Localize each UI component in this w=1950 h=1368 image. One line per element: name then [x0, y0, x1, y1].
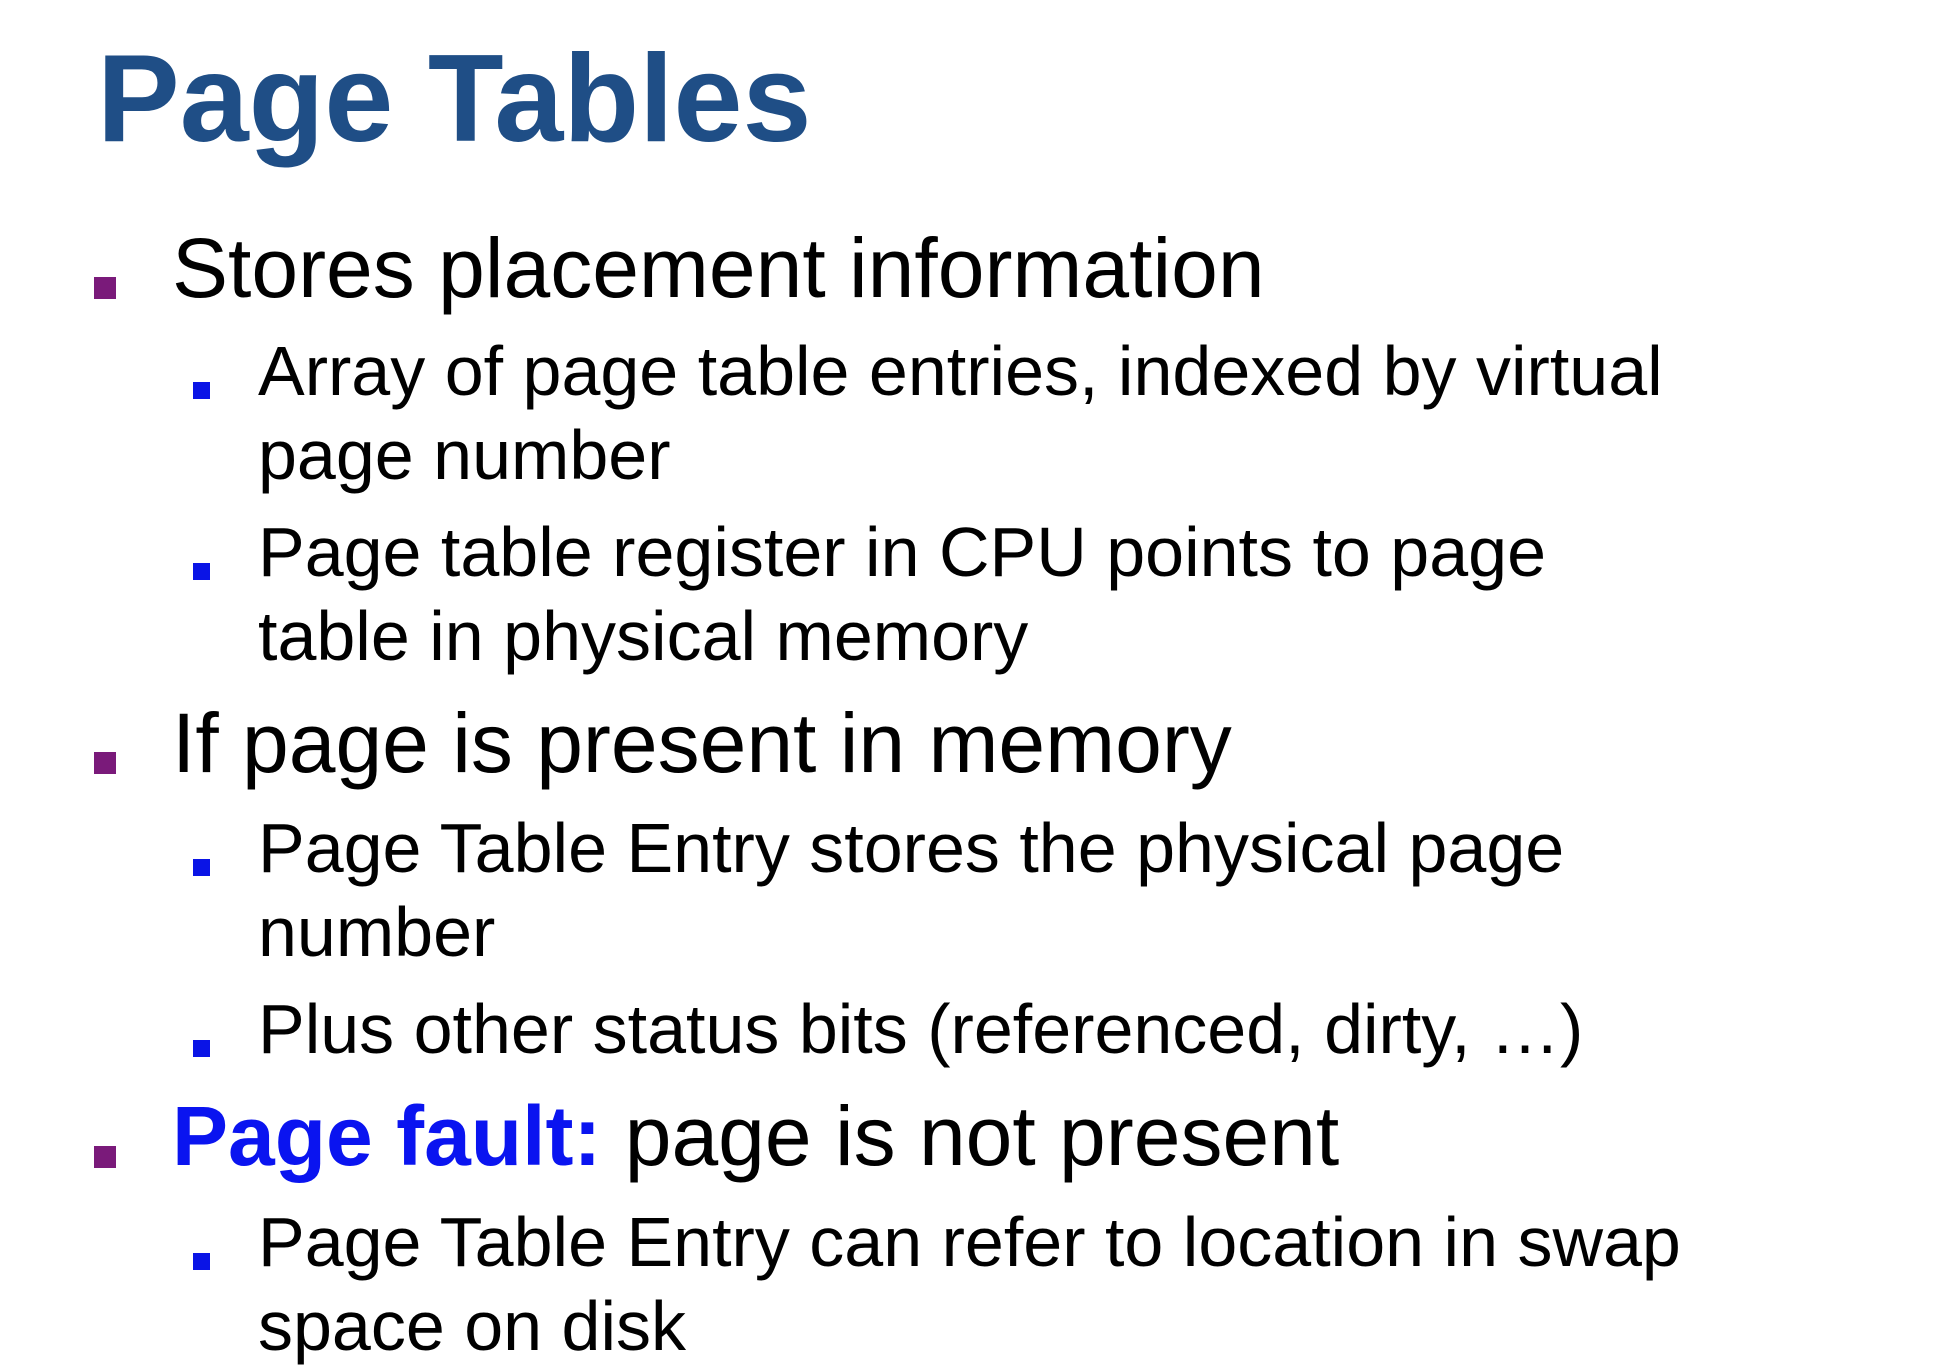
square-bullet-icon: [193, 1253, 210, 1270]
square-bullet-icon: [193, 859, 210, 876]
sub-bullet-line: page number: [258, 416, 671, 494]
sub-bullet-line: Page Table Entry can refer to location i…: [258, 1203, 1681, 1281]
square-bullet-icon: [193, 382, 210, 399]
square-bullet-icon: [94, 752, 116, 774]
bullet-text-3: page is not present: [601, 1089, 1340, 1183]
square-bullet-icon: [94, 277, 116, 299]
page-title: Page Tables: [97, 30, 812, 168]
sub-bullet-line: table in physical memory: [258, 597, 1029, 675]
square-bullet-icon: [193, 1040, 210, 1057]
bullet-text-1: Stores placement information: [172, 221, 1265, 315]
sub-bullet-line: Page table register in CPU points to pag…: [258, 513, 1546, 591]
bullet-text-2: If page is present in memory: [172, 696, 1232, 790]
square-bullet-icon: [193, 563, 210, 580]
sub-bullet-line: number: [258, 893, 496, 971]
highlight-term: Page fault:: [172, 1089, 602, 1183]
slide: Page Tables Stores placement information…: [0, 0, 1950, 1365]
sub-bullet-line: space on disk: [258, 1287, 687, 1365]
sub-bullet-line: Array of page table entries, indexed by …: [258, 332, 1663, 410]
sub-bullet-line: Plus other status bits (referenced, dirt…: [258, 990, 1584, 1068]
sub-bullet-line: Page Table Entry stores the physical pag…: [258, 809, 1565, 887]
square-bullet-icon: [94, 1146, 116, 1168]
